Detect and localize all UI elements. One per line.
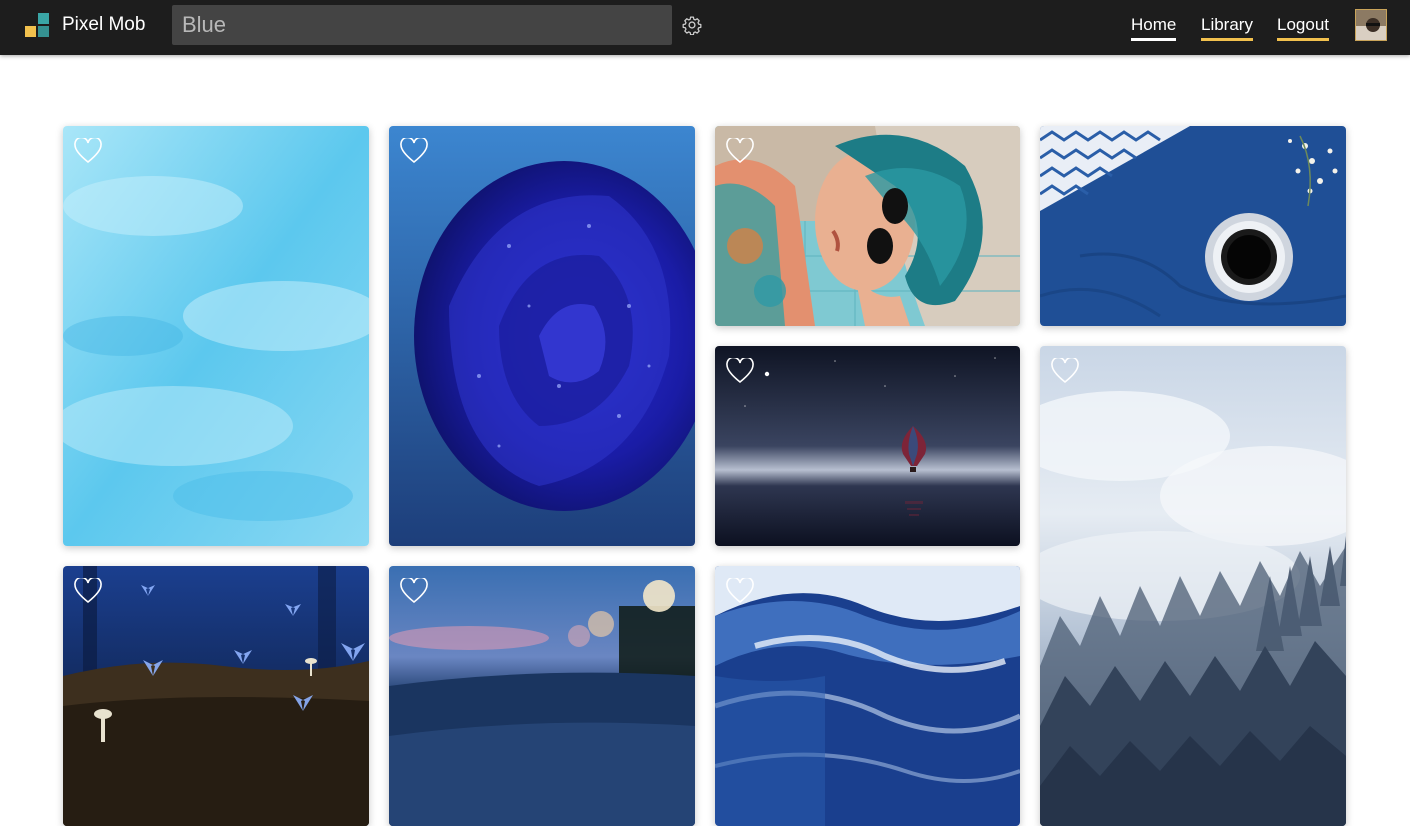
gallery-card-balloon[interactable] [715,346,1020,546]
gallery-card-road[interactable] [389,566,695,826]
heart-outline-icon[interactable] [1051,358,1079,384]
heart-outline-icon[interactable] [400,138,428,164]
misty-forest-image [1040,346,1346,826]
gallery-card-coffee[interactable] [1040,126,1346,326]
ocean-waves-image [715,566,1020,826]
heart-outline-icon[interactable] [400,578,428,604]
gallery-card-water[interactable] [63,126,369,546]
heart-outline-icon[interactable] [74,138,102,164]
coffee-cup-image [1040,126,1346,326]
top-navigation-bar: Pixel Mob Home Library Logout [0,0,1410,55]
nav-logout-link[interactable]: Logout [1277,14,1329,41]
heart-outline-icon[interactable] [726,358,754,384]
search-input[interactable] [172,5,672,45]
user-avatar[interactable] [1355,9,1387,41]
hot-air-balloon-image [715,346,1020,546]
gallery-card-rose[interactable] [389,126,695,546]
nav-home-link[interactable]: Home [1131,14,1177,41]
nav-library-link[interactable]: Library [1201,14,1253,41]
heart-outline-icon[interactable] [726,138,754,164]
butterflies-image [63,566,369,826]
gallery-card-waves[interactable] [715,566,1020,826]
gallery-card-forest[interactable] [1040,346,1346,826]
bokeh-road-image [389,566,695,826]
gallery-card-woman[interactable] [715,126,1020,326]
woman-teal-hair-image [715,126,1020,326]
image-gallery [0,55,1410,826]
pixel-mob-logo-icon[interactable] [25,13,49,37]
app-name[interactable]: Pixel Mob [62,14,145,36]
blue-rose-image [389,126,695,546]
gallery-card-butterflies[interactable] [63,566,369,826]
heart-outline-icon[interactable] [726,578,754,604]
water-surface-image [63,126,369,546]
heart-outline-icon[interactable] [74,578,102,604]
gear-icon[interactable] [682,15,702,35]
